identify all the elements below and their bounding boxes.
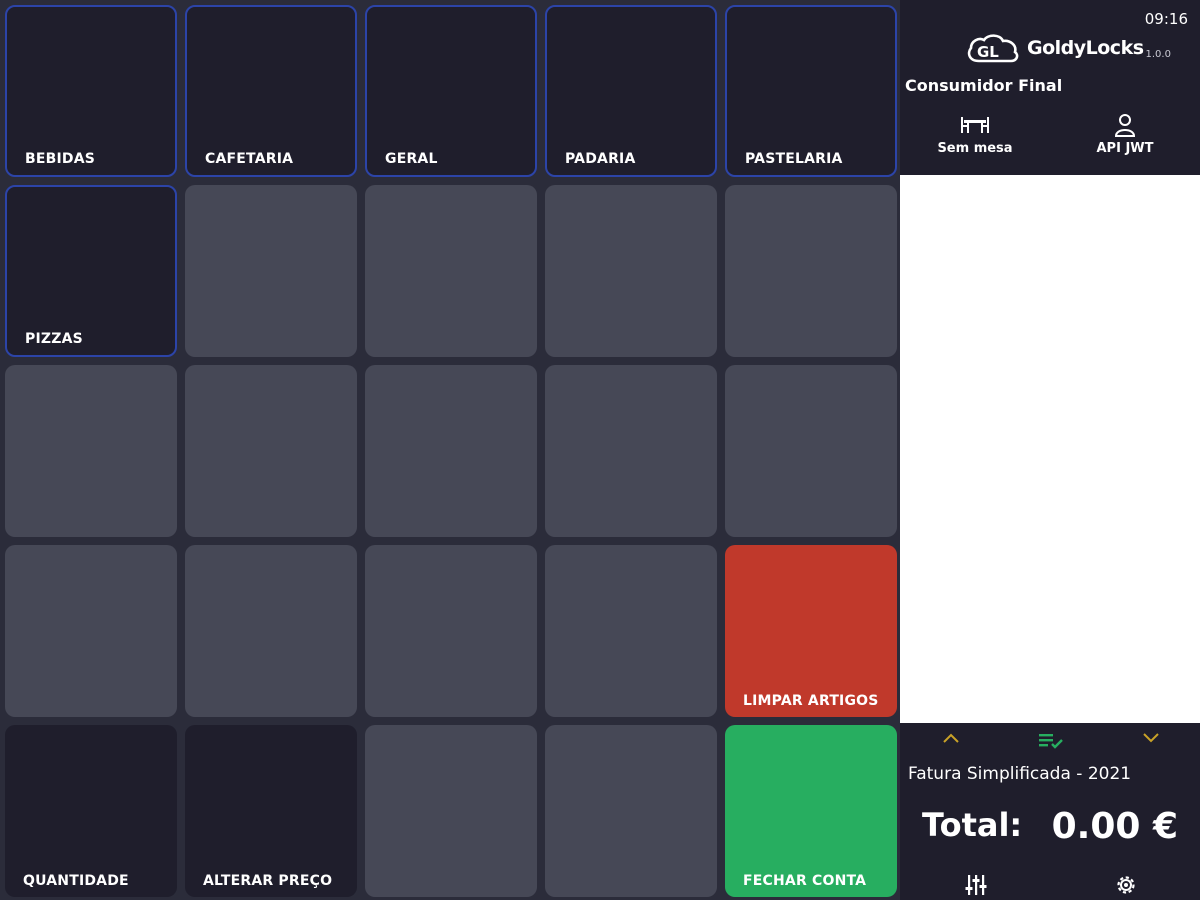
gear-icon[interactable] — [1114, 873, 1138, 897]
tile-label: QUANTIDADE — [23, 873, 129, 889]
empty-tile[interactable] — [365, 725, 537, 897]
quantity-button[interactable]: QUANTIDADE — [5, 725, 177, 897]
chevron-up-icon[interactable] — [942, 732, 960, 744]
tile-grid: BEBIDAS CAFETARIA GERAL PADARIA PASTELAR… — [0, 0, 900, 900]
category-pastelaria[interactable]: PASTELARIA — [725, 5, 897, 177]
tile-label: FECHAR CONTA — [743, 873, 867, 889]
tile-label: PADARIA — [565, 151, 636, 167]
empty-tile[interactable] — [185, 185, 357, 357]
chevron-down-icon[interactable] — [1142, 732, 1160, 744]
list-check-icon[interactable] — [1038, 732, 1064, 750]
table-icon — [961, 117, 989, 133]
svg-text:GL: GL — [977, 43, 999, 61]
empty-tile[interactable] — [545, 365, 717, 537]
sliders-icon[interactable] — [964, 873, 988, 897]
order-panel: 09:16 GL GoldyLocks 1.0.0 Consumidor Fin… — [900, 0, 1200, 900]
clock: 09:16 — [1144, 10, 1188, 28]
ticket-items-list[interactable] — [900, 175, 1200, 723]
table-selector-button[interactable]: Sem mesa — [920, 113, 1030, 156]
empty-tile[interactable] — [365, 365, 537, 537]
tile-label: BEBIDAS — [25, 151, 96, 167]
brand-logo: GL GoldyLocks 1.0.0 — [965, 30, 1171, 66]
logo-icon: GL — [967, 34, 1019, 63]
clear-items-button[interactable]: LIMPAR ARTIGOS — [725, 545, 897, 717]
empty-tile[interactable] — [365, 185, 537, 357]
version-label: 1.0.0 — [1145, 48, 1171, 60]
empty-tile[interactable] — [365, 545, 537, 717]
empty-tile[interactable] — [5, 545, 177, 717]
document-type[interactable]: Fatura Simplificada - 2021 — [908, 764, 1131, 784]
category-pizzas[interactable]: PIZZAS — [5, 185, 177, 357]
tile-label: GERAL — [385, 151, 438, 167]
category-bebidas[interactable]: BEBIDAS — [5, 5, 177, 177]
customer-name[interactable]: Consumidor Final — [905, 76, 1062, 95]
user-button[interactable]: API JWT — [1070, 113, 1180, 156]
brand-name: GoldyLocks — [1027, 37, 1144, 59]
user-icon — [1114, 114, 1136, 137]
tile-label: LIMPAR ARTIGOS — [743, 693, 879, 709]
empty-tile[interactable] — [545, 545, 717, 717]
tile-label: PASTELARIA — [745, 151, 843, 167]
pos-app: BEBIDAS CAFETARIA GERAL PADARIA PASTELAR… — [0, 0, 1200, 900]
empty-tile[interactable] — [5, 365, 177, 537]
category-padaria[interactable]: PADARIA — [545, 5, 717, 177]
empty-tile[interactable] — [185, 365, 357, 537]
empty-tile[interactable] — [725, 365, 897, 537]
change-price-button[interactable]: ALTERAR PREÇO — [185, 725, 357, 897]
total-label: Total: — [922, 806, 1023, 844]
empty-tile[interactable] — [545, 725, 717, 897]
table-label: Sem mesa — [937, 141, 1013, 156]
close-account-button[interactable]: FECHAR CONTA — [725, 725, 897, 897]
empty-tile[interactable] — [725, 185, 897, 357]
tile-label: ALTERAR PREÇO — [203, 873, 333, 889]
total-value: 0.00 € — [1051, 806, 1178, 847]
category-geral[interactable]: GERAL — [365, 5, 537, 177]
user-label: API JWT — [1096, 141, 1154, 156]
tile-label: CAFETARIA — [205, 151, 294, 167]
empty-tile[interactable] — [545, 185, 717, 357]
category-cafetaria[interactable]: CAFETARIA — [185, 5, 357, 177]
empty-tile[interactable] — [185, 545, 357, 717]
tile-label: PIZZAS — [25, 331, 83, 347]
